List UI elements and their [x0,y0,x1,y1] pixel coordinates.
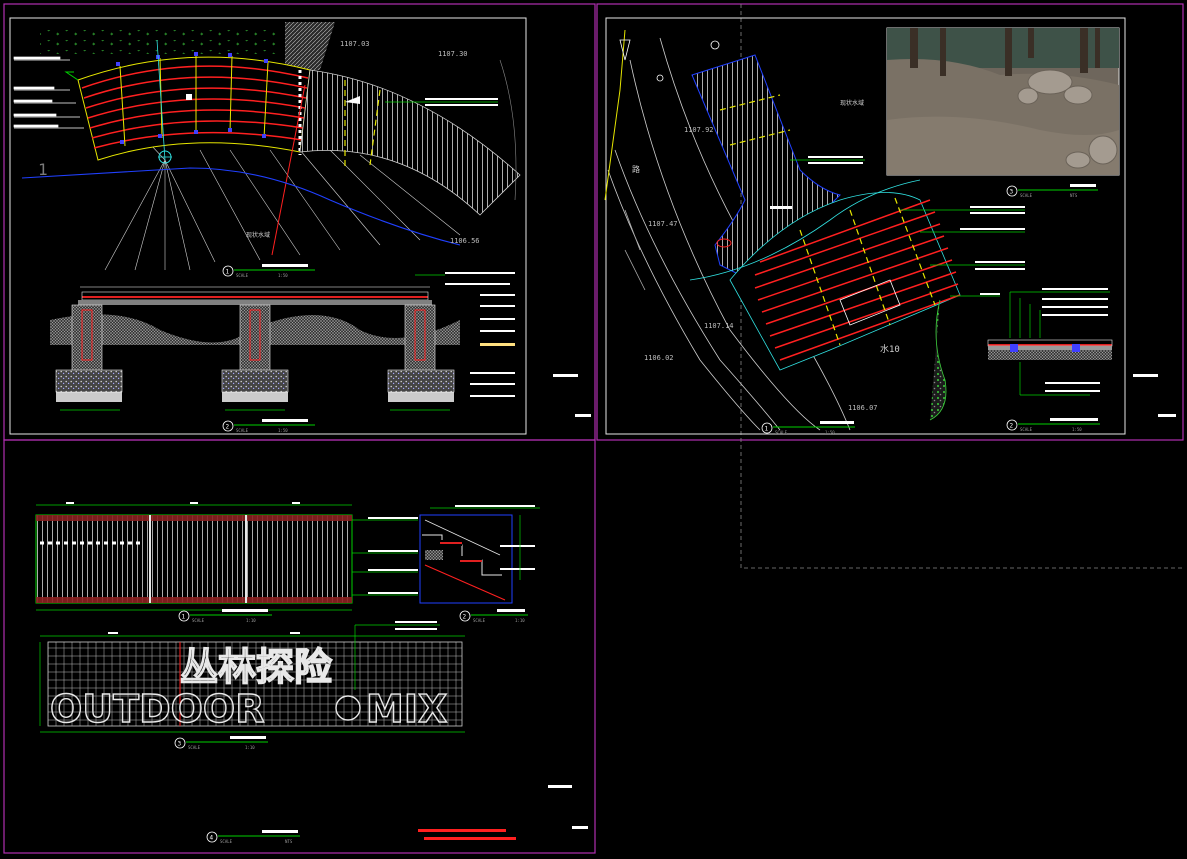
drawing-title-detail: 2 SCALE 1:50 [1006,418,1100,432]
scale-label: SCALE [188,745,201,750]
scale-value: 1:50 [1072,427,1082,432]
drawing-title-photo: 3 SCALE NTS [1006,184,1098,198]
rock-edge [929,299,947,421]
north-line [604,29,626,201]
drawing-number: 2 [463,614,467,621]
scale-value: NTS [1070,193,1078,198]
north-arrow-icon [619,39,631,61]
scale-value: 1:10 [246,618,256,623]
drawing-number: 4 [210,835,214,842]
note-mark [553,374,578,377]
sign-elevation[interactable]: 丛林探险 OUTDOOR MIX [39,621,465,733]
elevation-label-1: 1107.03 [340,40,370,48]
scale-label: SCALE [192,618,205,623]
railing-elevation[interactable] [35,502,418,611]
drawing-number: 3 [1010,189,1014,196]
section-marker-1: 1 [38,160,48,179]
sheet2-panel[interactable]: 1107.92 1107.47 1107.14 1106.02 1106.07 … [604,17,1176,435]
elevation-label: 1107.92 [684,126,714,134]
elevation-label: 1107.14 [704,322,734,330]
note-mark [548,785,572,788]
drawing-title-stair: 2 SCALE 1:10 [459,609,528,623]
sheet-number-mark [572,826,588,829]
scale-label: SCALE [1020,427,1033,432]
elevation-label: 1106.02 [644,354,674,362]
note-mark [1133,374,1158,377]
elevation-label: 1107.47 [648,220,678,228]
left-leaders [13,56,84,129]
drawing-title-railing: 1 SCALE 1:10 [178,609,272,623]
deck-joint-detail[interactable] [987,288,1113,396]
drawing-number: 1 [226,269,230,276]
scale-value: 1:50 [278,273,288,278]
sign-text-outdoor: OUTDOOR [50,687,265,731]
sign-text-chinese: 丛林探险 [180,645,333,689]
redline-mark [424,837,516,840]
scale-label: SCALE [220,839,233,844]
tree-circle-icon [656,74,664,82]
tree-circle-icon [710,40,720,50]
scale-value: NTS [285,839,293,844]
scale-value: 1:10 [245,745,255,750]
reference-photo [886,27,1120,176]
redline-mark [418,829,506,832]
scale-value: 1:50 [825,430,835,435]
sheet-number-mark [1158,414,1176,417]
cad-drawing-canvas[interactable]: * * [0,0,1187,859]
sign-text-mix: MIX [366,687,447,731]
scale-label: SCALE [775,430,788,435]
scale-value: 1:10 [515,618,525,623]
elevation-label-3: 1106.56 [450,237,480,245]
curved-deck[interactable] [64,52,311,161]
sheet1-panel[interactable]: 1 1107.03 1107.30 1106.56 现状水域 1 SCALE 1… [9,17,591,435]
drawing-title-sheet3: 4 SCALE NTS [206,830,300,844]
scale-label: SCALE [236,428,249,433]
drawing-number: 2 [1010,423,1014,430]
tree-symbols [40,26,280,54]
drawing-title-sign: 3 SCALE 1:10 [174,736,268,750]
slat-deck[interactable] [299,69,521,216]
sheet-number-mark [575,414,591,417]
deck-section-elevation[interactable] [50,272,515,411]
road-label: 路 [632,164,640,174]
scale-label: SCALE [473,618,486,623]
area-label: 水10 [880,343,900,355]
drawing-number: 1 [182,614,186,621]
drawing-title-plan-2: 1 SCALE 1:50 [761,421,855,435]
drawing-number: 3 [178,741,182,748]
drawing-number: 2 [226,424,230,431]
drawing-title-plan: 1 SCALE 1:50 [222,264,315,278]
ground-hatch [285,22,335,70]
elevation-label-2: 1107.30 [438,50,468,58]
scale-value: 1:50 [278,428,288,433]
elevation-label: 1106.07 [848,404,878,412]
water-label: 现状水域 [840,99,864,107]
stair-detail[interactable] [419,505,540,604]
drawing-title-section: 2 SCALE 1:50 [222,419,315,433]
drawing-number: 1 [765,426,769,433]
water-label: 现状水域 [246,231,270,239]
scale-label: SCALE [1020,193,1033,198]
water-edge-line [21,167,461,246]
scale-label: SCALE [236,273,249,278]
sheet3-panel[interactable]: 1 SCALE 1:10 2 SCALE 1:10 丛林探险 OUTDOOR M… [35,502,588,844]
